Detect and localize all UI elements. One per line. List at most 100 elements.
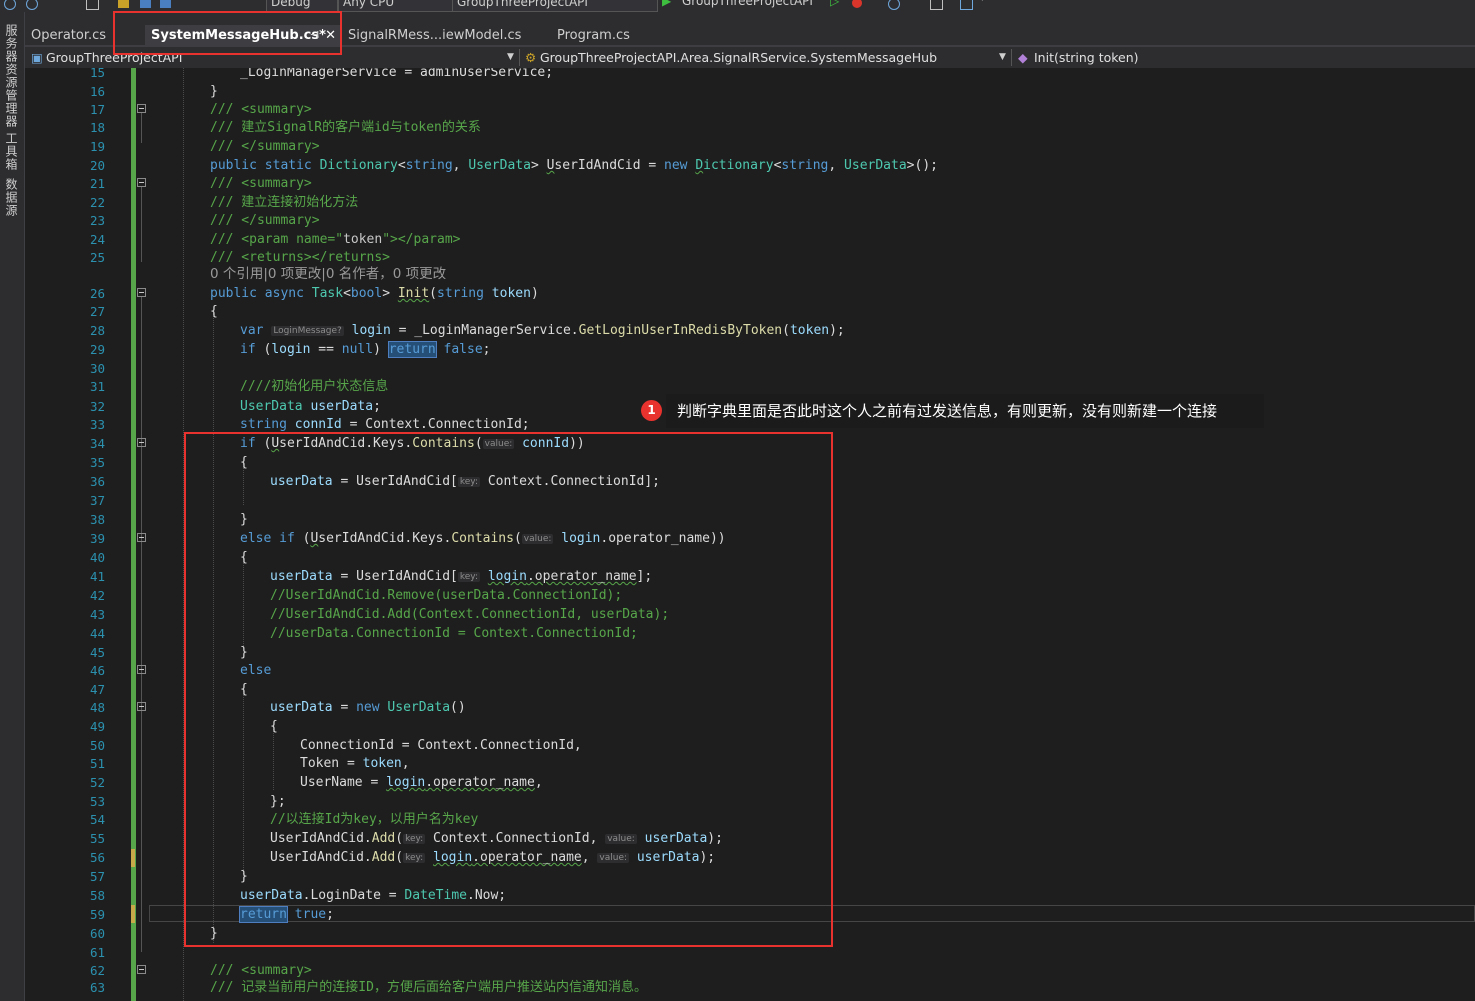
code-line[interactable]: 22 /// 建立连接初始化方法 bbox=[25, 193, 1475, 212]
collapse-icon[interactable] bbox=[137, 104, 146, 113]
code-text: public static Dictionary<string, UserDat… bbox=[210, 158, 938, 173]
line-number: 22 bbox=[89, 195, 105, 210]
server-explorer-tab[interactable]: 服务器资源管理器 bbox=[4, 24, 20, 128]
code-text: _LoginManagerService = adminUserService; bbox=[240, 68, 554, 80]
code-line[interactable]: 20 public static Dictionary<string, UserD… bbox=[25, 156, 1475, 175]
tab-label: Program.cs bbox=[557, 28, 630, 43]
line-number: 52 bbox=[89, 775, 105, 790]
code-line[interactable]: 27 { bbox=[25, 302, 1475, 321]
code-line[interactable]: 16} bbox=[25, 82, 1475, 101]
code-line[interactable]: 63 /// 记录当前用户的连接ID，方便后面给客户端用户推送站内信通知消息。 bbox=[25, 978, 1475, 997]
code-text: public async Task<bool> Init(string toke… bbox=[210, 286, 539, 301]
collapse-icon[interactable] bbox=[137, 533, 146, 542]
side-panel: 服务器资源管理器 工具箱 数据源 bbox=[0, 12, 25, 1001]
code-line[interactable]: 23 /// </summary> bbox=[25, 211, 1475, 230]
code-text: if (login == null) return false; bbox=[240, 341, 491, 358]
annotation-badge: 1 bbox=[641, 400, 662, 421]
code-line[interactable]: 19 /// </summary> bbox=[25, 137, 1475, 156]
run-target-label[interactable]: GroupThreeProjectAPI bbox=[682, 0, 813, 10]
line-number: 30 bbox=[89, 361, 105, 376]
redo-icon[interactable] bbox=[226, 0, 237, 10]
back-icon[interactable] bbox=[4, 0, 16, 10]
line-number: 35 bbox=[89, 455, 105, 470]
type-dropdown[interactable]: GroupThreeProjectAPI.Area.SignalRService… bbox=[540, 47, 937, 68]
tool-icon[interactable] bbox=[930, 0, 943, 10]
line-number: 44 bbox=[89, 626, 105, 641]
line-number: 20 bbox=[89, 158, 105, 173]
line-number: 60 bbox=[89, 926, 105, 941]
collapse-icon[interactable] bbox=[137, 702, 146, 711]
startup-project-dropdown[interactable]: GroupThreeProjectAPI bbox=[452, 0, 658, 12]
member-dropdown[interactable]: Init(string token) bbox=[1034, 47, 1139, 68]
code-line[interactable]: 28 var LoginMessage? login = _LoginManage… bbox=[25, 321, 1475, 340]
undo-icon[interactable] bbox=[196, 0, 207, 10]
stop-icon[interactable] bbox=[852, 0, 862, 8]
method-icon: ◆ bbox=[1018, 50, 1028, 65]
code-text: { bbox=[210, 304, 218, 319]
codelens-text[interactable]: 0 个引用|0 项更改|0 名作者，0 项更改 bbox=[210, 265, 446, 284]
start-without-debug-icon[interactable]: ▷ bbox=[830, 0, 839, 10]
toolbar-overflow-icon[interactable]: ▾ bbox=[980, 0, 985, 10]
tab-signalrmessageviewmodel[interactable]: SignalRMess...iewModel.cs bbox=[342, 25, 530, 46]
line-number: 39 bbox=[89, 531, 105, 546]
code-line[interactable]: 24 /// <param name="token"></param> bbox=[25, 230, 1475, 249]
line-number: 40 bbox=[89, 550, 105, 565]
line-number: 21 bbox=[89, 176, 105, 191]
data-sources-tab[interactable]: 数据源 bbox=[4, 178, 20, 217]
start-icon[interactable]: ▶ bbox=[662, 0, 671, 10]
code-text: /// <summary> bbox=[210, 102, 312, 117]
code-line[interactable]: 30 bbox=[25, 359, 1475, 378]
layout-icon[interactable] bbox=[960, 0, 973, 10]
refresh-icon[interactable] bbox=[888, 0, 900, 10]
save-icon[interactable] bbox=[140, 0, 151, 8]
tab-label: SignalRMess...iewModel.cs bbox=[348, 28, 522, 43]
line-number: 28 bbox=[89, 323, 105, 338]
code-text: /// 记录当前用户的连接ID，方便后面给客户端用户推送站内信通知消息。 bbox=[210, 980, 647, 995]
line-number: 53 bbox=[89, 794, 105, 809]
code-line[interactable]: 15 _LoginManagerService = adminUserServic… bbox=[25, 68, 1475, 82]
tab-operator[interactable]: Operator.cs bbox=[25, 25, 121, 46]
save-all-icon[interactable] bbox=[160, 0, 171, 8]
type-hint: LoginMessage? bbox=[271, 326, 344, 336]
code-line[interactable]: 29 if (login == null) return false; bbox=[25, 340, 1475, 359]
line-number: 24 bbox=[89, 232, 105, 247]
code-highlight-box bbox=[184, 432, 833, 947]
line-number: 59 bbox=[89, 907, 105, 922]
chevron-down-icon[interactable]: ▼ bbox=[999, 47, 1006, 68]
tab-program[interactable]: Program.cs bbox=[551, 25, 669, 46]
toolbox-tab[interactable]: 工具箱 bbox=[4, 132, 20, 171]
platform-dropdown[interactable]: Any CPU bbox=[338, 0, 454, 12]
line-number: 47 bbox=[89, 682, 105, 697]
new-item-icon[interactable] bbox=[86, 0, 99, 10]
code-line[interactable]: 18 /// 建立SignalR的客户端id与token的关系 bbox=[25, 118, 1475, 137]
collapse-icon[interactable] bbox=[137, 665, 146, 674]
line-number: 27 bbox=[89, 304, 105, 319]
line-number: 57 bbox=[89, 869, 105, 884]
code-text: /// <param name="token"></param> bbox=[210, 232, 461, 247]
line-number: 37 bbox=[89, 493, 105, 508]
line-number: 63 bbox=[89, 980, 105, 995]
line-number: 45 bbox=[89, 645, 105, 660]
code-text: ////初始化用户状态信息 bbox=[240, 379, 389, 394]
line-number: 41 bbox=[89, 569, 105, 584]
code-line[interactable]: 17 /// <summary> bbox=[25, 100, 1475, 119]
codelens[interactable]: 0 个引用|0 项更改|0 名作者，0 项更改 bbox=[25, 265, 1475, 284]
line-number: 56 bbox=[89, 850, 105, 865]
line-number: 38 bbox=[89, 512, 105, 527]
collapse-icon[interactable] bbox=[137, 288, 146, 297]
collapse-icon[interactable] bbox=[137, 965, 146, 974]
code-text: UserData userData; bbox=[240, 399, 381, 414]
line-number: 18 bbox=[89, 120, 105, 135]
collapse-icon[interactable] bbox=[137, 178, 146, 187]
open-folder-icon[interactable] bbox=[118, 0, 129, 8]
forward-icon[interactable] bbox=[26, 0, 38, 10]
tab-highlight-box bbox=[113, 11, 342, 55]
collapse-icon[interactable] bbox=[137, 438, 146, 447]
chevron-down-icon[interactable]: ▼ bbox=[507, 47, 514, 68]
line-number: 42 bbox=[89, 588, 105, 603]
line-number: 49 bbox=[89, 719, 105, 734]
line-number: 26 bbox=[89, 286, 105, 301]
code-line[interactable]: 26 public async Task<bool> Init(string to… bbox=[25, 284, 1475, 303]
line-number: 23 bbox=[89, 213, 105, 228]
code-line[interactable]: 21 /// <summary> bbox=[25, 174, 1475, 193]
